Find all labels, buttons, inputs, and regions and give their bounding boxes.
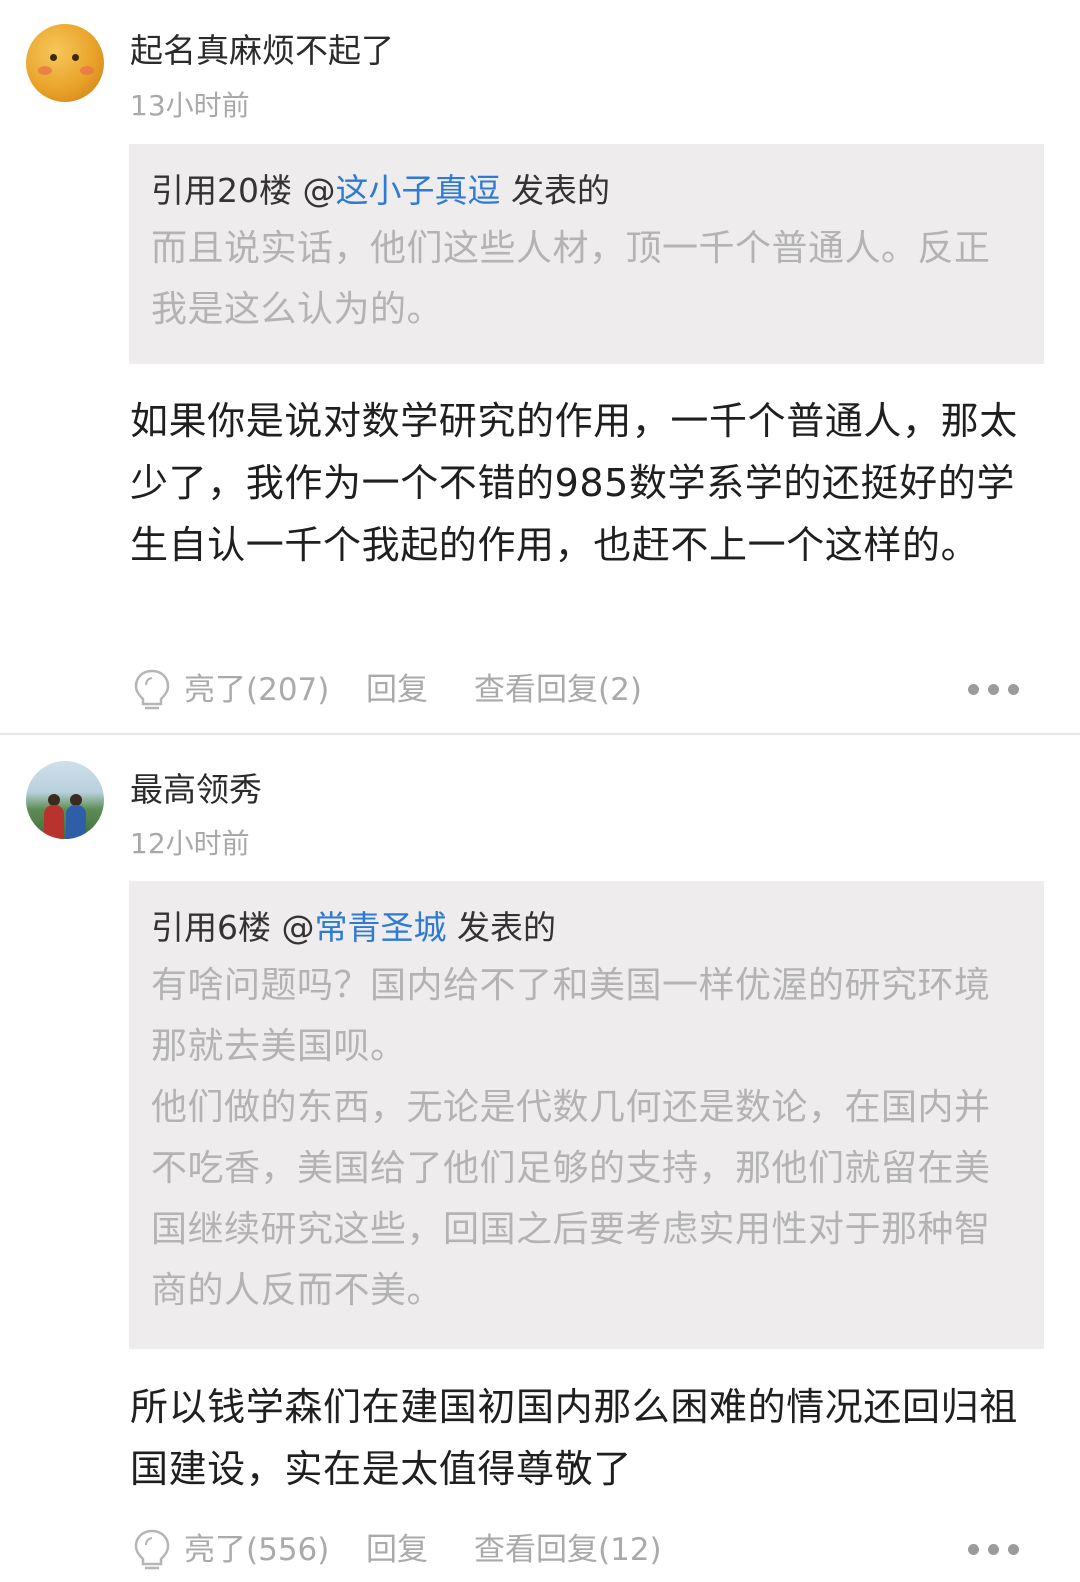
quote-header: 引用20楼 @这小子真逗 发表的 <box>151 166 1022 216</box>
lightbulb-icon[interactable] <box>132 668 172 712</box>
quote-suffix: 发表的 <box>446 908 556 947</box>
reply-button[interactable]: 回复 <box>366 1525 428 1575</box>
view-replies-button[interactable]: 查看回复(2) <box>474 665 642 715</box>
like-button[interactable]: 亮了(556) <box>184 1525 329 1575</box>
divider <box>0 733 1080 735</box>
timestamp: 12小时前 <box>130 827 250 860</box>
reply-button[interactable]: 回复 <box>366 665 428 715</box>
comment-item: 最高领秀 12小时前 引用6楼 @常青圣城 发表的 有啥问题吗？国内给不了和美国… <box>0 736 1080 1582</box>
timestamp: 13小时前 <box>130 89 250 122</box>
more-dots-icon[interactable] <box>966 1539 1026 1559</box>
quote-suffix: 发表的 <box>500 171 610 210</box>
quote-prefix: 引用6楼 @ <box>151 908 315 947</box>
more-dots-icon[interactable] <box>966 679 1026 699</box>
photo-avatar-icon <box>26 761 104 839</box>
quote-paragraph: 他们做的东西，无论是代数几何还是数论，在国内并不吃香，美国给了他们足够的支持，那… <box>151 1087 991 1311</box>
quote-text: 有啥问题吗？国内给不了和美国一样优渥的研究环境那就去美国呗。 他们做的东西，无论… <box>151 955 1022 1321</box>
quote-header: 引用6楼 @常青圣城 发表的 <box>151 903 1022 953</box>
quoted-user-link[interactable]: 这小子真逗 <box>335 171 500 210</box>
comment-actions: 亮了(556) 回复 查看回复(12) <box>132 1525 1032 1575</box>
quoted-post: 引用20楼 @这小子真逗 发表的 而且说实话，他们这些人材，顶一千个普通人。反正… <box>129 144 1044 364</box>
username[interactable]: 起名真麻烦不起了 <box>130 24 394 72</box>
quoted-post: 引用6楼 @常青圣城 发表的 有啥问题吗？国内给不了和美国一样优渥的研究环境那就… <box>129 881 1044 1349</box>
quote-prefix: 引用20楼 @ <box>151 171 336 210</box>
quote-paragraph: 而且说实话，他们这些人材，顶一千个普通人。反正我是这么认为的。 <box>151 228 991 330</box>
comment-item: 起名真麻烦不起了 13小时前 引用20楼 @这小子真逗 发表的 而且说实话，他们… <box>0 0 1080 734</box>
avatar[interactable] <box>26 761 104 839</box>
comment-body: 所以钱学森们在建国初国内那么困难的情况还回归祖国建设，实在是太值得尊敬了 <box>130 1385 1018 1491</box>
comment-body: 如果你是说对数学研究的作用，一千个普通人，那太少了，我作为一个不错的985数学系… <box>130 399 1018 567</box>
lightbulb-icon[interactable] <box>132 1528 172 1572</box>
quote-paragraph: 有啥问题吗？国内给不了和美国一样优渥的研究环境那就去美国呗。 <box>151 965 991 1067</box>
comment-actions: 亮了(207) 回复 查看回复(2) <box>132 665 1032 715</box>
cartoon-face-avatar-icon <box>26 24 104 102</box>
quoted-user-link[interactable]: 常青圣城 <box>315 908 447 947</box>
like-button[interactable]: 亮了(207) <box>184 665 329 715</box>
quote-text: 而且说实话，他们这些人材，顶一千个普通人。反正我是这么认为的。 <box>151 218 1022 340</box>
view-replies-button[interactable]: 查看回复(12) <box>474 1525 662 1575</box>
avatar[interactable] <box>26 24 104 102</box>
username[interactable]: 最高领秀 <box>130 763 262 811</box>
